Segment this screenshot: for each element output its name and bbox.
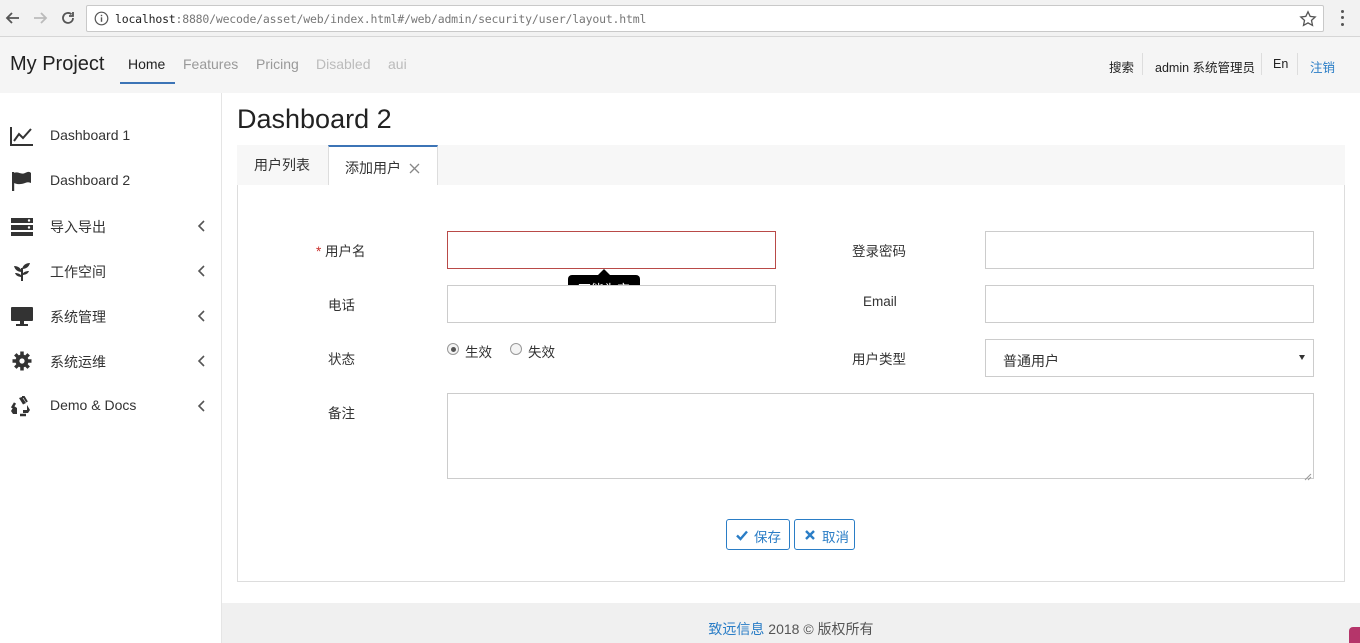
brand-title[interactable]: My Project (10, 53, 104, 76)
chevron-left-icon (195, 353, 207, 369)
tab-label: 添加用户 (345, 160, 401, 176)
nav-pricing[interactable]: Pricing (256, 56, 299, 72)
sidebar-item-system-ops[interactable]: 系统运维 (0, 339, 221, 384)
sidebar-item-workspace[interactable]: 工作空间 (0, 249, 221, 294)
divider (1261, 53, 1262, 75)
url-path: :8880/wecode/asset/web/index.html#/web/a… (175, 12, 647, 26)
top-navbar: My Project Home Features Pricing Disable… (0, 37, 1360, 93)
browser-toolbar: localhost:8880/wecode/asset/web/index.ht… (0, 0, 1360, 37)
back-arrow-icon[interactable] (2, 7, 24, 29)
sidebar-item-label: 导入导出 (50, 219, 106, 235)
cancel-label: 取消 (822, 530, 849, 545)
leaf-icon (10, 260, 34, 282)
footer: 致远信息 2018 © 版权所有 (222, 603, 1360, 643)
sidebar-item-label: Dashboard 2 (50, 172, 131, 188)
sidebar-item-demo-docs[interactable]: Demo & Docs (0, 384, 221, 429)
remark-label: 备注 (328, 406, 355, 421)
sidebar: Dashboard 1 Dashboard 2 导入导出 工作空间 系统管理 系… (0, 93, 222, 643)
chevron-left-icon (195, 218, 207, 234)
close-icon[interactable] (409, 161, 420, 174)
save-button[interactable]: 保存 (726, 519, 790, 550)
forward-arrow-icon[interactable] (29, 7, 51, 29)
tab-bar: 用户列表 添加用户 (237, 145, 1345, 187)
status-active-radio[interactable] (447, 343, 459, 355)
status-label: 状态 (328, 352, 355, 367)
tab-user-list[interactable]: 用户列表 (237, 145, 328, 186)
user-type-value: 普通用户 (1003, 353, 1059, 369)
required-mark: * (316, 244, 322, 259)
sidebar-item-dashboard-1[interactable]: Dashboard 1 (0, 114, 221, 159)
user-type-label: 用户类型 (852, 352, 906, 367)
username-label: * 用户名 (316, 244, 366, 259)
browser-menu-icon[interactable] (1334, 8, 1350, 28)
company-link[interactable]: 致远信息 (708, 621, 764, 637)
chevron-left-icon (195, 308, 207, 324)
logout-link[interactable]: 注销 (1310, 57, 1335, 76)
sidebar-item-import-export[interactable]: 导入导出 (0, 204, 221, 249)
url-text: localhost:8880/wecode/asset/web/index.ht… (115, 12, 646, 26)
remark-textarea[interactable] (447, 393, 1314, 481)
copyright-text: 2018 © 版权所有 (764, 621, 874, 637)
email-label: Email (863, 294, 897, 309)
sidebar-item-label: 系统管理 (50, 309, 106, 325)
gear-icon (10, 350, 34, 372)
url-host: localhost (115, 12, 176, 26)
sidebar-item-label: 系统运维 (50, 354, 106, 370)
reload-icon[interactable] (57, 7, 79, 29)
server-icon (10, 215, 34, 237)
nav-features[interactable]: Features (183, 56, 238, 72)
page-title: Dashboard 2 (237, 104, 392, 134)
divider (1297, 53, 1298, 75)
phone-input[interactable] (447, 285, 776, 323)
language-switch[interactable]: En (1273, 57, 1288, 71)
sidebar-item-dashboard-2[interactable]: Dashboard 2 (0, 159, 221, 204)
tab-add-user[interactable]: 添加用户 (328, 145, 438, 187)
search-link[interactable]: 搜索 (1109, 57, 1134, 76)
sidebar-item-system-management[interactable]: 系统管理 (0, 294, 221, 339)
cancel-button[interactable]: 取消 (794, 519, 855, 550)
chevron-left-icon (195, 398, 207, 414)
password-label: 登录密码 (852, 244, 906, 259)
username-input[interactable] (447, 231, 776, 269)
save-label: 保存 (754, 530, 781, 545)
password-input[interactable] (985, 231, 1314, 269)
status-active-label[interactable]: 生效 (465, 341, 492, 361)
sidebar-item-label: Demo & Docs (50, 397, 137, 413)
resize-grip-icon[interactable] (1303, 468, 1312, 481)
desktop-icon (10, 305, 34, 327)
nav-home[interactable]: Home (128, 56, 165, 72)
recycle-icon (10, 395, 34, 417)
dropdown-arrow-icon (1299, 355, 1305, 360)
email-input[interactable] (985, 285, 1314, 323)
times-icon (804, 529, 816, 541)
divider (1142, 53, 1143, 75)
user-menu[interactable]: admin 系统管理员 (1155, 57, 1255, 76)
sidebar-item-label: Dashboard 1 (50, 127, 131, 143)
chevron-left-icon (195, 263, 207, 279)
floating-widget[interactable] (1349, 627, 1360, 643)
phone-label: 电话 (328, 298, 355, 313)
nav-active-underline (120, 82, 175, 84)
flag-icon (10, 170, 34, 192)
nav-aui: aui (388, 56, 407, 72)
status-inactive-label[interactable]: 失效 (528, 341, 555, 361)
sidebar-item-label: 工作空间 (50, 264, 106, 280)
line-chart-icon (10, 125, 34, 147)
info-icon[interactable] (94, 11, 109, 26)
status-inactive-radio[interactable] (510, 343, 522, 355)
bookmark-star-icon[interactable] (1299, 10, 1317, 28)
check-icon (736, 529, 748, 541)
address-bar[interactable]: localhost:8880/wecode/asset/web/index.ht… (86, 5, 1324, 32)
nav-disabled: Disabled (316, 56, 371, 72)
user-type-select[interactable]: 普通用户 (985, 339, 1314, 377)
